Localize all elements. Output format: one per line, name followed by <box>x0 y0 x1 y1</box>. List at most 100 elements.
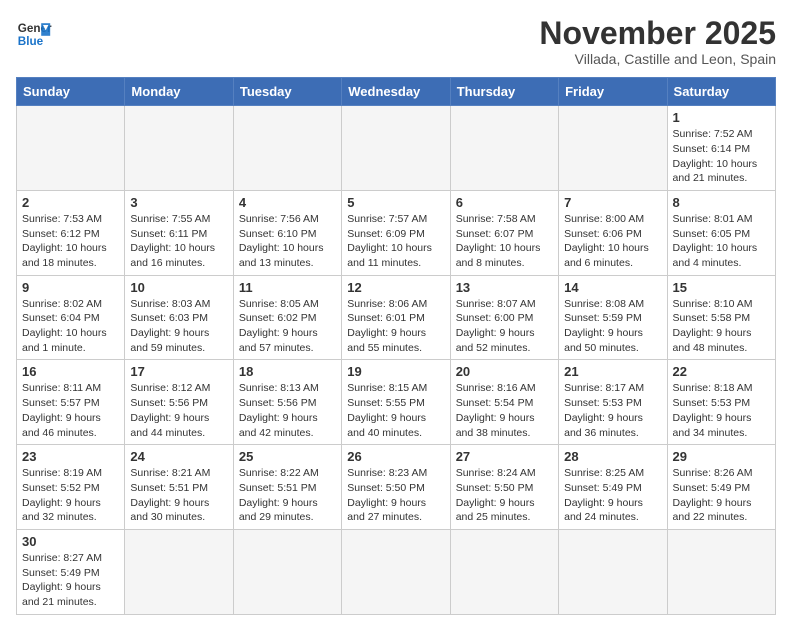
calendar-cell: 24 Sunrise: 8:21 AM Sunset: 5:51 PM Dayli… <box>125 445 233 530</box>
day-number: 14 <box>564 280 661 295</box>
day-info: Sunrise: 8:06 AM Sunset: 6:01 PM Dayligh… <box>347 297 444 356</box>
day-info: Sunrise: 8:19 AM Sunset: 5:52 PM Dayligh… <box>22 466 119 525</box>
header-monday: Monday <box>125 78 233 106</box>
week-row-4: 23 Sunrise: 8:19 AM Sunset: 5:52 PM Dayli… <box>17 445 776 530</box>
day-info: Sunrise: 7:52 AM Sunset: 6:14 PM Dayligh… <box>673 127 770 186</box>
week-row-5: 30 Sunrise: 8:27 AM Sunset: 5:49 PM Dayli… <box>17 529 776 614</box>
day-number: 22 <box>673 364 770 379</box>
calendar-cell: 2 Sunrise: 7:53 AM Sunset: 6:12 PM Daylig… <box>17 190 125 275</box>
calendar-cell <box>342 529 450 614</box>
day-number: 4 <box>239 195 336 210</box>
title-area: November 2025 Villada, Castille and Leon… <box>539 16 776 67</box>
header-friday: Friday <box>559 78 667 106</box>
day-info: Sunrise: 8:02 AM Sunset: 6:04 PM Dayligh… <box>22 297 119 356</box>
week-row-1: 2 Sunrise: 7:53 AM Sunset: 6:12 PM Daylig… <box>17 190 776 275</box>
calendar-cell <box>17 106 125 191</box>
day-number: 6 <box>456 195 553 210</box>
day-number: 25 <box>239 449 336 464</box>
day-number: 17 <box>130 364 227 379</box>
calendar-cell: 9 Sunrise: 8:02 AM Sunset: 6:04 PM Daylig… <box>17 275 125 360</box>
calendar-cell <box>233 529 341 614</box>
day-number: 23 <box>22 449 119 464</box>
day-number: 7 <box>564 195 661 210</box>
calendar-cell <box>125 529 233 614</box>
day-number: 28 <box>564 449 661 464</box>
calendar-cell: 1 Sunrise: 7:52 AM Sunset: 6:14 PM Daylig… <box>667 106 775 191</box>
day-number: 13 <box>456 280 553 295</box>
day-info: Sunrise: 7:58 AM Sunset: 6:07 PM Dayligh… <box>456 212 553 271</box>
calendar-cell: 18Sunrise: 8:13 AM Sunset: 5:56 PM Dayli… <box>233 360 341 445</box>
day-number: 21 <box>564 364 661 379</box>
calendar-cell <box>450 529 558 614</box>
day-info: Sunrise: 8:24 AM Sunset: 5:50 PM Dayligh… <box>456 466 553 525</box>
calendar-cell: 17 Sunrise: 8:12 AM Sunset: 5:56 PM Dayli… <box>125 360 233 445</box>
calendar-cell: 28 Sunrise: 8:25 AM Sunset: 5:49 PM Dayli… <box>559 445 667 530</box>
day-number: 10 <box>130 280 227 295</box>
day-info: Sunrise: 8:03 AM Sunset: 6:03 PM Dayligh… <box>130 297 227 356</box>
calendar-cell: 22 Sunrise: 8:18 AM Sunset: 5:53 PM Dayli… <box>667 360 775 445</box>
day-number: 24 <box>130 449 227 464</box>
calendar-cell: 3 Sunrise: 7:55 AM Sunset: 6:11 PM Daylig… <box>125 190 233 275</box>
header-thursday: Thursday <box>450 78 558 106</box>
day-info: Sunrise: 7:53 AM Sunset: 6:12 PM Dayligh… <box>22 212 119 271</box>
day-number: 3 <box>130 195 227 210</box>
logo-icon: General Blue <box>16 16 52 52</box>
calendar-cell: 14 Sunrise: 8:08 AM Sunset: 5:59 PM Dayli… <box>559 275 667 360</box>
day-info: Sunrise: 8:22 AM Sunset: 5:51 PM Dayligh… <box>239 466 336 525</box>
day-number: 15 <box>673 280 770 295</box>
calendar-cell: 15 Sunrise: 8:10 AM Sunset: 5:58 PM Dayli… <box>667 275 775 360</box>
day-info: Sunrise: 8:01 AM Sunset: 6:05 PM Dayligh… <box>673 212 770 271</box>
day-info: Sunrise: 8:21 AM Sunset: 5:51 PM Dayligh… <box>130 466 227 525</box>
calendar-cell: 23 Sunrise: 8:19 AM Sunset: 5:52 PM Dayli… <box>17 445 125 530</box>
day-info: Sunrise: 8:08 AM Sunset: 5:59 PM Dayligh… <box>564 297 661 356</box>
calendar-cell: 27 Sunrise: 8:24 AM Sunset: 5:50 PM Dayli… <box>450 445 558 530</box>
calendar-cell: 4Sunrise: 7:56 AM Sunset: 6:10 PM Daylig… <box>233 190 341 275</box>
day-info: Sunrise: 8:13 AM Sunset: 5:56 PM Dayligh… <box>239 381 336 440</box>
day-number: 11 <box>239 280 336 295</box>
calendar-cell: 21 Sunrise: 8:17 AM Sunset: 5:53 PM Dayli… <box>559 360 667 445</box>
day-info: Sunrise: 8:17 AM Sunset: 5:53 PM Dayligh… <box>564 381 661 440</box>
day-number: 8 <box>673 195 770 210</box>
day-info: Sunrise: 8:18 AM Sunset: 5:53 PM Dayligh… <box>673 381 770 440</box>
calendar-table: SundayMondayTuesdayWednesdayThursdayFrid… <box>16 77 776 615</box>
calendar-cell <box>667 529 775 614</box>
calendar-cell: 5Sunrise: 7:57 AM Sunset: 6:09 PM Daylig… <box>342 190 450 275</box>
calendar-cell: 29 Sunrise: 8:26 AM Sunset: 5:49 PM Dayli… <box>667 445 775 530</box>
day-number: 19 <box>347 364 444 379</box>
day-info: Sunrise: 8:15 AM Sunset: 5:55 PM Dayligh… <box>347 381 444 440</box>
week-row-0: 1 Sunrise: 7:52 AM Sunset: 6:14 PM Daylig… <box>17 106 776 191</box>
calendar-cell: 20Sunrise: 8:16 AM Sunset: 5:54 PM Dayli… <box>450 360 558 445</box>
calendar-cell: 30 Sunrise: 8:27 AM Sunset: 5:49 PM Dayli… <box>17 529 125 614</box>
calendar-cell: 7 Sunrise: 8:00 AM Sunset: 6:06 PM Daylig… <box>559 190 667 275</box>
day-info: Sunrise: 8:26 AM Sunset: 5:49 PM Dayligh… <box>673 466 770 525</box>
calendar-cell: 10 Sunrise: 8:03 AM Sunset: 6:03 PM Dayli… <box>125 275 233 360</box>
day-number: 2 <box>22 195 119 210</box>
calendar-cell: 6 Sunrise: 7:58 AM Sunset: 6:07 PM Daylig… <box>450 190 558 275</box>
week-row-2: 9 Sunrise: 8:02 AM Sunset: 6:04 PM Daylig… <box>17 275 776 360</box>
day-info: Sunrise: 7:55 AM Sunset: 6:11 PM Dayligh… <box>130 212 227 271</box>
calendar-cell <box>450 106 558 191</box>
day-number: 16 <box>22 364 119 379</box>
day-number: 1 <box>673 110 770 125</box>
day-info: Sunrise: 8:27 AM Sunset: 5:49 PM Dayligh… <box>22 551 119 610</box>
header-wednesday: Wednesday <box>342 78 450 106</box>
day-number: 9 <box>22 280 119 295</box>
day-info: Sunrise: 8:10 AM Sunset: 5:58 PM Dayligh… <box>673 297 770 356</box>
day-info: Sunrise: 8:23 AM Sunset: 5:50 PM Dayligh… <box>347 466 444 525</box>
day-info: Sunrise: 8:11 AM Sunset: 5:57 PM Dayligh… <box>22 381 119 440</box>
week-row-3: 16 Sunrise: 8:11 AM Sunset: 5:57 PM Dayli… <box>17 360 776 445</box>
calendar-cell: 13Sunrise: 8:07 AM Sunset: 6:00 PM Dayli… <box>450 275 558 360</box>
calendar-cell <box>559 529 667 614</box>
calendar-cell: 26Sunrise: 8:23 AM Sunset: 5:50 PM Dayli… <box>342 445 450 530</box>
calendar-cell: 8 Sunrise: 8:01 AM Sunset: 6:05 PM Daylig… <box>667 190 775 275</box>
day-number: 20 <box>456 364 553 379</box>
day-info: Sunrise: 8:00 AM Sunset: 6:06 PM Dayligh… <box>564 212 661 271</box>
day-info: Sunrise: 8:12 AM Sunset: 5:56 PM Dayligh… <box>130 381 227 440</box>
day-info: Sunrise: 8:25 AM Sunset: 5:49 PM Dayligh… <box>564 466 661 525</box>
day-number: 27 <box>456 449 553 464</box>
calendar-cell: 12Sunrise: 8:06 AM Sunset: 6:01 PM Dayli… <box>342 275 450 360</box>
day-number: 30 <box>22 534 119 549</box>
calendar-cell <box>559 106 667 191</box>
day-number: 29 <box>673 449 770 464</box>
calendar-cell <box>125 106 233 191</box>
